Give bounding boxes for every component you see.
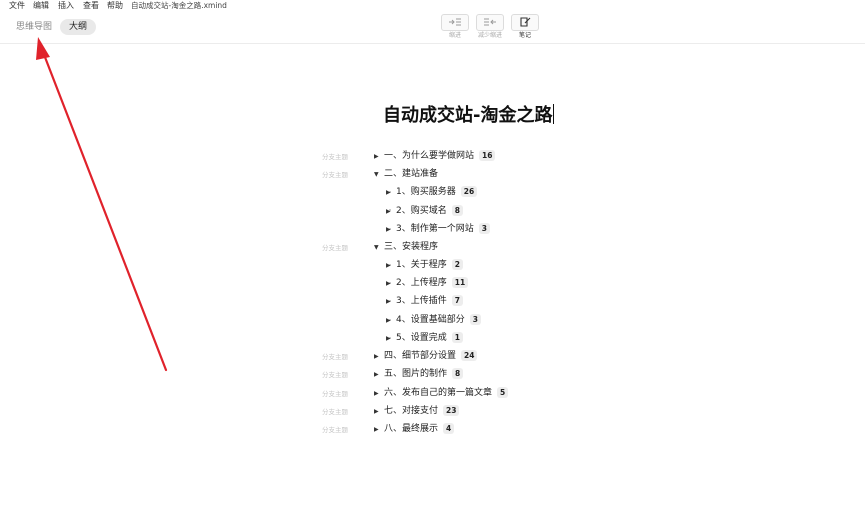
child-count-badge: 24 — [461, 350, 478, 361]
collapsed-triangle-icon[interactable]: ▶ — [374, 350, 384, 364]
menu-bar: 文件 编辑 插入 查看 帮助 自动成交站-淘金之路.xmind — [0, 0, 865, 12]
toolbar: 思维导图 大纲 缩进 减少缩进 笔记 — [0, 12, 865, 44]
outline-item-text: 五、图片的制作 — [384, 369, 448, 379]
file-name: 自动成交站-淘金之路.xmind — [131, 1, 227, 10]
menu-help[interactable]: 帮助 — [107, 1, 123, 11]
outline-title[interactable]: 自动成交站-淘金之路 — [383, 104, 555, 128]
outline-item-text: 4、设置基础部分 — [396, 315, 465, 325]
collapsed-triangle-icon[interactable]: ▶ — [386, 332, 396, 346]
expanded-triangle-icon[interactable]: ▼ — [374, 168, 384, 182]
outline-item-text: 2、购买域名 — [396, 206, 447, 216]
outline-item[interactable]: ▶ 四、细节部分设置 24 — [374, 349, 478, 364]
outline-item[interactable]: ▶ 5、设置完成 1 — [386, 331, 463, 345]
branch-placeholder: 分支主题 — [322, 171, 348, 179]
outdent-button[interactable]: 减少缩进 — [476, 14, 504, 40]
child-count-badge: 3 — [469, 314, 481, 325]
collapsed-triangle-icon[interactable]: ▶ — [386, 295, 396, 309]
outline-item[interactable]: ▶ 4、设置基础部分 3 — [386, 313, 481, 327]
menu-view[interactable]: 查看 — [83, 1, 99, 11]
outline-item[interactable]: ▶ 3、上传插件 7 — [386, 294, 463, 308]
child-count-badge: 8 — [451, 205, 463, 216]
child-count-badge: 1 — [451, 332, 463, 343]
outline-item-text: 1、购买服务器 — [396, 187, 456, 197]
outline-item-text: 3、制作第一个网站 — [396, 224, 474, 234]
outline-item[interactable]: ▶ 1、购买服务器 26 — [386, 185, 478, 200]
outline-item-text: 六、发布自己的第一篇文章 — [384, 388, 493, 398]
outline-item-text: 八、最终展示 — [384, 424, 439, 434]
outline-item[interactable]: ▶ 2、上传程序 11 — [386, 276, 469, 291]
outline-item[interactable]: ▶ 一、为什么要学做网站 16 — [374, 149, 496, 164]
outline-item-text: 三、安装程序 — [384, 242, 439, 252]
menu-file[interactable]: 文件 — [9, 1, 25, 11]
collapsed-triangle-icon[interactable]: ▶ — [374, 423, 384, 437]
outline-item-text: 二、建站准备 — [384, 169, 439, 179]
collapsed-triangle-icon[interactable]: ▶ — [386, 277, 396, 291]
outline-item[interactable]: ▶ 2、购买域名 8 — [386, 204, 463, 218]
outline-item-text: 四、细节部分设置 — [384, 351, 457, 361]
child-count-badge: 7 — [451, 295, 463, 306]
outline-item[interactable]: ▶ 1、关于程序 2 — [386, 258, 463, 272]
child-count-badge: 23 — [443, 405, 460, 416]
outdent-icon — [476, 14, 504, 31]
outline-item-text: 5、设置完成 — [396, 333, 447, 343]
outline-item[interactable]: ▶ 五、图片的制作 8 — [374, 367, 464, 382]
branch-placeholder: 分支主题 — [322, 408, 348, 416]
collapsed-triangle-icon[interactable]: ▶ — [374, 368, 384, 382]
outline-item[interactable]: ▼ 三、安装程序 — [374, 240, 438, 254]
outdent-label: 减少缩进 — [477, 32, 502, 39]
collapsed-triangle-icon[interactable]: ▶ — [374, 387, 384, 401]
branch-placeholder: 分支主题 — [322, 153, 348, 161]
notes-button[interactable]: 笔记 — [511, 14, 539, 40]
notes-icon — [511, 14, 539, 31]
outline-item[interactable]: ▶ 七、对接支付 23 — [374, 404, 460, 419]
outline-item-text: 一、为什么要学做网站 — [384, 151, 475, 161]
collapsed-triangle-icon[interactable]: ▶ — [386, 205, 396, 219]
outline-item[interactable]: ▶ 八、最终展示 4 — [374, 422, 455, 437]
outline-item-text: 1、关于程序 — [396, 260, 447, 270]
collapsed-triangle-icon[interactable]: ▶ — [386, 186, 396, 200]
tab-outline[interactable]: 大纲 — [60, 19, 96, 35]
outline-item[interactable]: ▶ 3、制作第一个网站 3 — [386, 222, 490, 236]
branch-placeholder: 分支主题 — [322, 390, 348, 398]
indent-icon — [441, 14, 469, 31]
collapsed-triangle-icon[interactable]: ▶ — [386, 314, 396, 328]
menu-insert[interactable]: 插入 — [58, 1, 74, 11]
outline-item[interactable]: ▶ 六、发布自己的第一篇文章 5 — [374, 386, 509, 401]
branch-placeholder: 分支主题 — [322, 353, 348, 361]
menu-edit[interactable]: 编辑 — [33, 1, 49, 11]
child-count-badge: 3 — [478, 223, 490, 234]
child-count-badge: 4 — [443, 423, 455, 434]
outline-item-text: 七、对接支付 — [384, 406, 439, 416]
child-count-badge: 2 — [451, 259, 463, 270]
outline-title-text: 自动成交站-淘金之路 — [383, 105, 553, 126]
child-count-badge: 8 — [452, 368, 464, 379]
branch-placeholder: 分支主题 — [322, 426, 348, 434]
outline-item[interactable]: ▼ 二、建站准备 — [374, 167, 438, 181]
text-cursor — [553, 104, 555, 124]
notes-label: 笔记 — [518, 32, 531, 39]
child-count-badge: 5 — [497, 387, 509, 398]
collapsed-triangle-icon[interactable]: ▶ — [374, 150, 384, 164]
collapsed-triangle-icon[interactable]: ▶ — [374, 405, 384, 419]
outline-item-text: 3、上传插件 — [396, 296, 447, 306]
branch-placeholder: 分支主题 — [322, 371, 348, 379]
outline-item-text: 2、上传程序 — [396, 278, 447, 288]
child-count-badge: 26 — [460, 186, 478, 197]
indent-label: 缩进 — [448, 32, 461, 39]
branch-placeholder: 分支主题 — [322, 244, 348, 252]
child-count-badge: 11 — [451, 277, 469, 288]
child-count-badge: 16 — [479, 150, 496, 161]
tab-mindmap[interactable]: 思维导图 — [10, 19, 58, 35]
collapsed-triangle-icon[interactable]: ▶ — [386, 259, 396, 273]
expanded-triangle-icon[interactable]: ▼ — [374, 241, 384, 255]
indent-button[interactable]: 缩进 — [441, 14, 469, 40]
collapsed-triangle-icon[interactable]: ▶ — [386, 223, 396, 237]
